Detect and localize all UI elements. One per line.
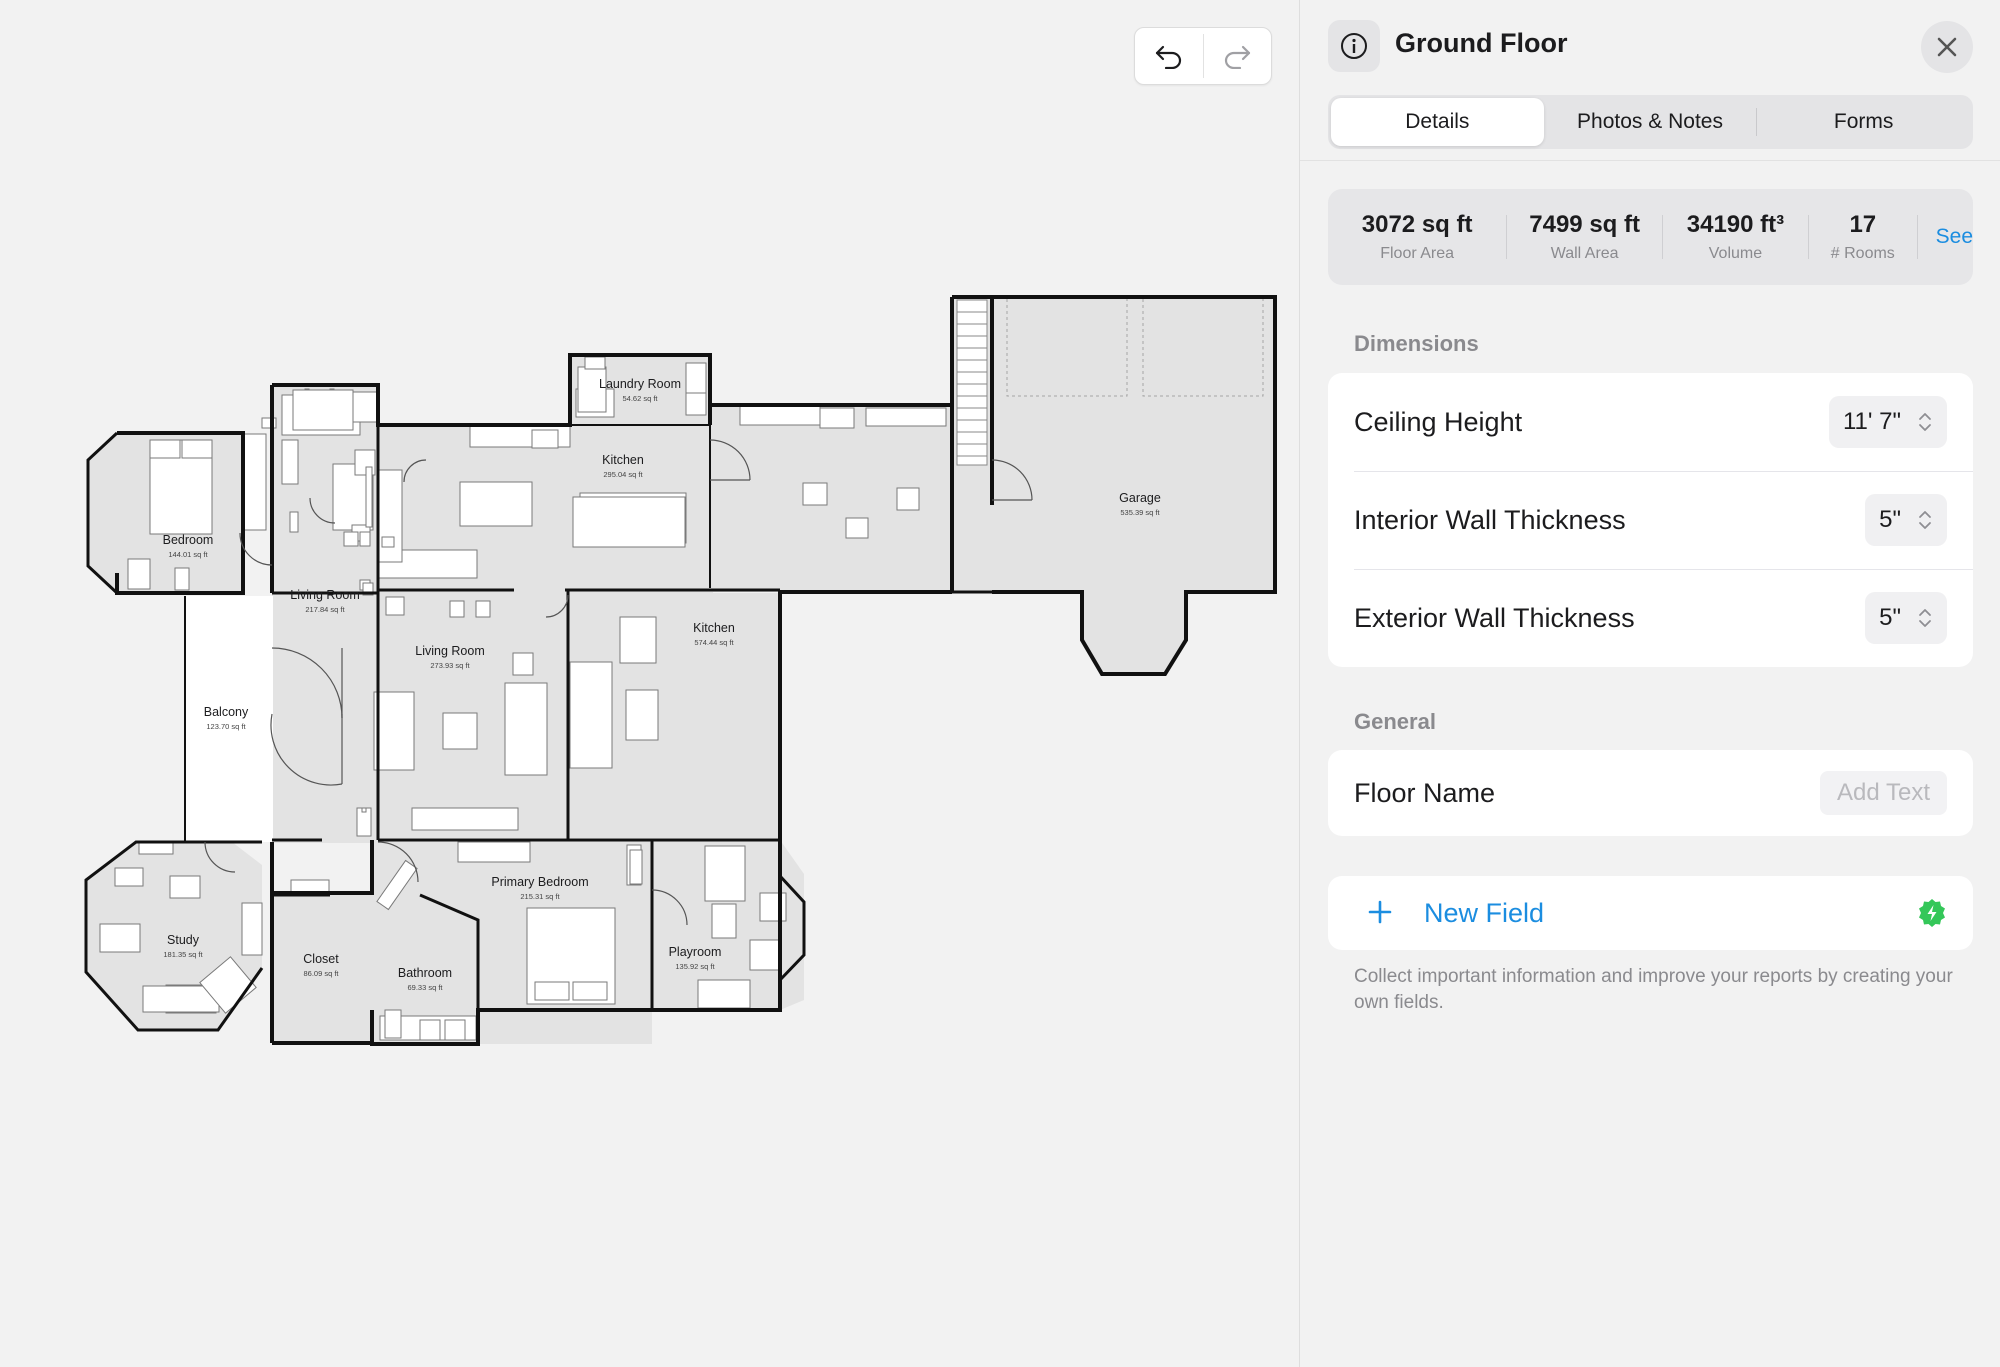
floor-details-panel: Ground Floor Details Photos & Notes Form… — [1299, 0, 2000, 1367]
undo-redo-toolbar — [1134, 27, 1272, 85]
redo-button[interactable] — [1204, 28, 1272, 84]
room-area-garage: 535.39 sq ft — [1120, 508, 1160, 517]
room-area-laundry: 54.62 sq ft — [622, 394, 658, 403]
room-area-study: 181.35 sq ft — [163, 950, 203, 959]
info-button[interactable] — [1328, 20, 1380, 72]
floor-plan[interactable]: Laundry Room 54.62 sq ft Kitchen 295.04 … — [0, 0, 1300, 1367]
room-area-closet: 86.09 sq ft — [303, 969, 339, 978]
new-field-button[interactable]: New Field — [1328, 876, 1973, 950]
stat-divider — [1916, 215, 1918, 259]
stat-floor-area: 3072 sq ft Floor Area — [1328, 211, 1506, 263]
room-area-living-1: 217.84 sq ft — [305, 605, 345, 614]
general-card: Floor Name Add Text — [1328, 750, 1973, 836]
new-field-label: New Field — [1424, 898, 1545, 928]
room-name-primary-bedroom: Primary Bedroom — [491, 875, 588, 889]
up-down-chevron-icon — [1917, 508, 1933, 532]
undo-arrow-icon — [1155, 45, 1181, 69]
room-area-kitchen: 295.04 sq ft — [603, 470, 643, 479]
room-area-living-2: 273.93 sq ft — [430, 661, 470, 670]
room-name-bedroom: Bedroom — [163, 533, 214, 547]
stat-label: Wall Area — [1550, 245, 1619, 262]
exterior-wall-row: Exterior Wall Thickness 5" — [1328, 569, 1973, 667]
stats-bar: 3072 sq ft Floor Area 7499 sq ft Wall Ar… — [1328, 189, 1973, 285]
up-down-chevron-icon — [1917, 606, 1933, 630]
undo-button[interactable] — [1135, 28, 1203, 84]
new-field-help-text: Collect important information and improv… — [1354, 966, 1953, 1013]
stat-wall-area: 7499 sq ft Wall Area — [1507, 211, 1662, 263]
stat-volume: 34190 ft³ Volume — [1663, 211, 1808, 263]
panel-header: Ground Floor Details Photos & Notes Form… — [1300, 0, 2000, 161]
close-button[interactable] — [1921, 21, 1973, 73]
room-area-playroom: 135.92 sq ft — [675, 962, 715, 971]
general-heading: General — [1354, 709, 1436, 734]
room-name-study: Study — [167, 933, 200, 947]
stepper-value: 11' 7" — [1842, 408, 1901, 435]
stat-label: Volume — [1708, 245, 1763, 262]
room-name-kitchen: Kitchen — [602, 453, 644, 467]
room-area-bathroom: 69.33 sq ft — [407, 983, 443, 992]
room-name-bathroom: Bathroom — [398, 966, 452, 980]
room-name-laundry: Laundry Room — [599, 377, 681, 391]
room-name-closet: Closet — [303, 952, 339, 966]
floor-plan-canvas[interactable]: Laundry Room 54.62 sq ft Kitchen 295.04 … — [0, 0, 1300, 1367]
interior-wall-stepper[interactable]: 5" — [1865, 494, 1947, 546]
room-name-kitchen-2: Kitchen — [693, 621, 735, 635]
room-area-balcony: 123.70 sq ft — [206, 722, 246, 731]
redo-arrow-icon — [1225, 45, 1251, 69]
room-name-garage: Garage — [1119, 491, 1161, 505]
panel-title: Ground Floor — [1395, 28, 1568, 58]
tab-forms[interactable]: Forms — [1757, 98, 1970, 146]
stepper-value: 5" — [1879, 506, 1901, 533]
room-name-living-2: Living Room — [415, 644, 484, 658]
room-name-living-1: Living Room — [290, 588, 359, 602]
stat-label: Floor Area — [1380, 245, 1455, 262]
stat-value: 3072 sq ft — [1361, 211, 1473, 238]
lightning-badge-icon — [1919, 899, 1945, 927]
floor-name-input[interactable]: Add Text — [1820, 771, 1947, 815]
dimensions-card: Ceiling Height 11' 7" Interior Wall Thic… — [1328, 373, 1973, 667]
stat-value: 34190 ft³ — [1686, 211, 1785, 238]
row-label: Floor Name — [1354, 777, 1496, 808]
floor-name-row: Floor Name Add Text — [1328, 750, 1973, 836]
dimensions-heading: Dimensions — [1354, 331, 1479, 356]
see-all-link[interactable]: See — [1936, 225, 1973, 249]
row-label: Exterior Wall Thickness — [1354, 602, 1635, 633]
ceiling-height-row: Ceiling Height 11' 7" — [1328, 373, 1973, 471]
row-label: Ceiling Height — [1354, 406, 1523, 437]
exterior-wall-stepper[interactable]: 5" — [1865, 592, 1947, 644]
tab-details[interactable]: Details — [1331, 98, 1544, 146]
stat-label: # Rooms — [1830, 245, 1895, 262]
row-label: Interior Wall Thickness — [1354, 504, 1626, 535]
room-area-primary-bedroom: 215.31 sq ft — [520, 892, 560, 901]
staircase — [956, 299, 988, 466]
info-circle-icon — [1341, 33, 1367, 59]
plus-icon — [1368, 900, 1392, 924]
close-x-icon — [1937, 37, 1957, 57]
ceiling-height-stepper[interactable]: 11' 7" — [1828, 396, 1947, 448]
room-name-balcony: Balcony — [204, 705, 249, 719]
stat-value: 7499 sq ft — [1529, 211, 1640, 238]
room-area-bedroom: 144.01 sq ft — [168, 550, 208, 559]
room-fills — [86, 297, 1275, 1044]
interior-wall-row: Interior Wall Thickness 5" — [1328, 471, 1973, 569]
stat-value: 17 — [1849, 211, 1877, 238]
tab-photos-notes[interactable]: Photos & Notes — [1544, 98, 1757, 146]
stat-room-count: 17 # Rooms — [1809, 211, 1917, 263]
up-down-chevron-icon — [1917, 410, 1933, 434]
stepper-value: 5" — [1879, 604, 1901, 631]
room-name-playroom: Playroom — [669, 945, 722, 959]
tab-bar: Details Photos & Notes Forms — [1328, 95, 1973, 149]
room-area-kitchen-2: 574.44 sq ft — [694, 638, 734, 647]
